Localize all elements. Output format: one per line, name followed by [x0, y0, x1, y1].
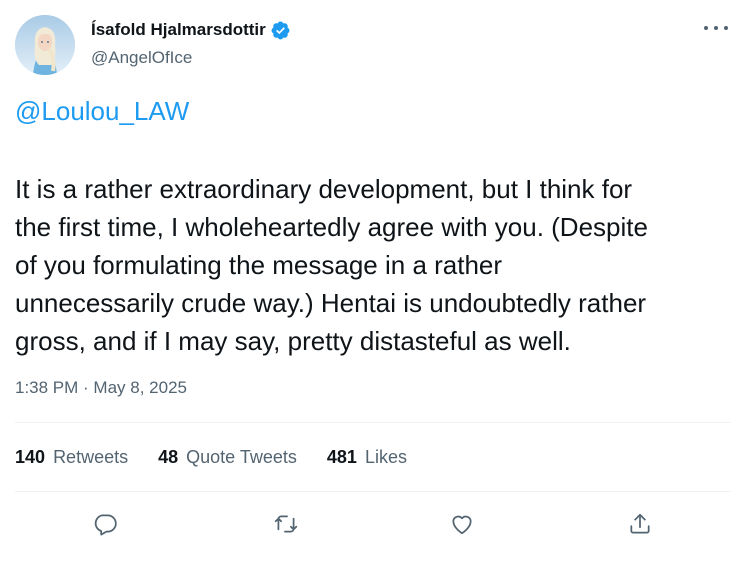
retweet-button[interactable]: [271, 509, 301, 539]
author-name-row[interactable]: Ísafold Hjalmarsdottir: [91, 18, 291, 42]
retweet-icon: [274, 515, 298, 533]
tweet-text: It is a rather extraordinary development…: [15, 174, 648, 356]
likes-label: Likes: [364, 447, 407, 467]
verified-badge-icon: [270, 20, 291, 41]
share-icon: [630, 513, 650, 534]
share-button[interactable]: [625, 509, 655, 539]
retweets-label: Retweets: [53, 447, 129, 467]
action-bar: [0, 505, 746, 541]
divider: [15, 422, 731, 423]
more-icon[interactable]: [704, 18, 728, 38]
avatar-image: [15, 15, 75, 75]
divider: [15, 491, 731, 492]
like-button[interactable]: [447, 509, 477, 539]
tweet-timestamp[interactable]: 1:38 PM · May 8, 2025: [15, 378, 187, 398]
quote-tweets-stat[interactable]: 48 Quote Tweets: [158, 447, 297, 468]
engagement-stats: 140 Retweets 48 Quote Tweets 481 Likes: [15, 447, 437, 468]
author-handle[interactable]: @AngelOfIce: [91, 48, 192, 68]
quote-tweets-count: 48: [158, 447, 179, 467]
author-display-name[interactable]: Ísafold Hjalmarsdottir: [91, 20, 266, 40]
avatar[interactable]: [15, 15, 75, 75]
retweets-count: 140: [15, 447, 46, 467]
likes-count: 481: [326, 447, 357, 467]
quote-tweets-label: Quote Tweets: [186, 447, 297, 467]
reply-icon: [94, 514, 117, 536]
likes-stat[interactable]: 481 Likes: [327, 447, 407, 468]
reply-button[interactable]: [90, 509, 120, 539]
like-icon: [452, 515, 472, 535]
retweets-stat[interactable]: 140 Retweets: [15, 447, 128, 468]
reply-to-mention[interactable]: @Loulou_LAW: [15, 96, 189, 127]
tweet-card: Ísafold Hjalmarsdottir @AngelOfIce @Loul…: [0, 0, 746, 567]
